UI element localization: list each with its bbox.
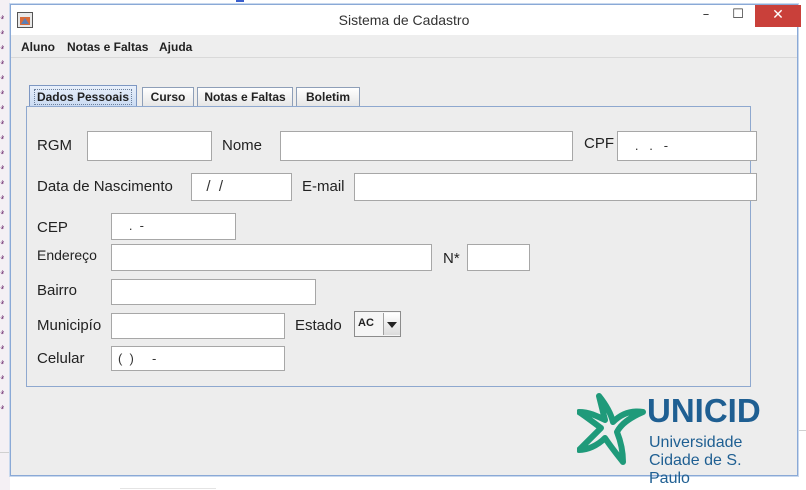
background-glyph: 𝓻: [0, 267, 5, 277]
estado-select[interactable]: AC: [354, 311, 401, 337]
municipio-label: Municipío: [37, 317, 102, 334]
background-underline: [236, 0, 244, 2]
bairro-label: Bairro: [37, 282, 78, 299]
background-glyph: 𝓻: [0, 312, 5, 322]
background-glyph: 𝓻: [0, 342, 5, 352]
celular-field[interactable]: ( ) -: [111, 346, 285, 371]
background-glyph: 𝓻: [0, 327, 5, 337]
background-glyph: 𝓻: [0, 177, 5, 187]
data-nascimento-label: Data de Nascimento: [37, 178, 173, 195]
background-glyph: 𝓻: [0, 27, 5, 37]
email-label: E-mail: [302, 178, 345, 195]
menu-aluno[interactable]: Aluno: [21, 40, 55, 54]
estado-selected-value: AC: [358, 317, 374, 329]
close-button[interactable]: ✕: [755, 5, 801, 27]
menu-bar: Aluno Notas e Faltas Ajuda: [11, 35, 797, 58]
background-glyph: 𝓻: [0, 252, 5, 262]
cpf-label: CPF: [584, 135, 614, 152]
tab-label: Dados Pessoais: [33, 89, 133, 105]
star-logo-icon: [577, 393, 646, 465]
background-glyph: 𝓻: [0, 132, 5, 142]
tab-dados-pessoais[interactable]: Dados Pessoais: [29, 85, 137, 107]
rgm-label: RGM: [37, 137, 72, 154]
menu-notas-e-faltas[interactable]: Notas e Faltas: [67, 40, 148, 54]
background-glyph: 𝓻: [0, 297, 5, 307]
background-glyph: 𝓻: [0, 222, 5, 232]
background-glyph: 𝓻: [0, 57, 5, 67]
tab-curso[interactable]: Curso: [142, 87, 194, 106]
desktop-background: 𝓻 𝓻 𝓻 𝓻 𝓻 𝓻 𝓻 𝓻 𝓻 𝓻 𝓻 𝓻 𝓻 𝓻 𝓻 𝓻 𝓻 𝓻 𝓻 𝓻 …: [0, 0, 10, 490]
endereco-label: Endereço: [37, 247, 97, 263]
celular-label: Celular: [37, 350, 85, 367]
background-glyph: 𝓻: [0, 72, 5, 82]
background-glyph: 𝓻: [0, 387, 5, 397]
email-field[interactable]: [354, 173, 757, 201]
title-bar[interactable]: Sistema de Cadastro – ☐ ✕: [11, 5, 801, 35]
background-glyph: 𝓻: [0, 192, 5, 202]
background-glyph: 𝓻: [0, 42, 5, 52]
cep-field[interactable]: . -: [111, 213, 236, 240]
numero-field[interactable]: [467, 244, 530, 271]
minimize-button[interactable]: –: [691, 5, 721, 27]
municipio-field[interactable]: [111, 313, 285, 339]
tab-notas-e-faltas[interactable]: Notas e Faltas: [197, 87, 293, 106]
nome-label: Nome: [222, 137, 263, 154]
background-glyph: 𝓻: [0, 162, 5, 172]
menu-ajuda[interactable]: Ajuda: [159, 40, 192, 54]
background-glyph: 𝓻: [0, 207, 5, 217]
tab-label: Boletim: [305, 90, 350, 104]
tab-boletim[interactable]: Boletim: [296, 87, 360, 106]
nome-field[interactable]: [280, 131, 573, 161]
background-glyph: 𝓻: [0, 117, 5, 127]
numero-label: N*: [443, 250, 460, 267]
background-glyph: 𝓻: [0, 147, 5, 157]
background-glyph: 𝓻: [0, 237, 5, 247]
logo-line1: Universidade: [649, 434, 743, 451]
tab-label: Curso: [150, 90, 186, 104]
background-glyph: 𝓻: [0, 87, 5, 97]
bairro-field[interactable]: [111, 279, 316, 305]
background-divider: [120, 488, 216, 489]
background-glyph: 𝓻: [0, 282, 5, 292]
estado-label: Estado: [295, 317, 342, 334]
logo-name: UNICID: [647, 392, 761, 429]
cep-label: CEP: [37, 219, 68, 236]
chevron-down-icon[interactable]: [383, 313, 400, 335]
maximize-button[interactable]: ☐: [723, 5, 753, 27]
background-glyph: 𝓻: [0, 372, 5, 382]
background-glyph: 𝓻: [0, 12, 5, 22]
data-nascimento-field[interactable]: / /: [191, 173, 292, 201]
unicid-logo: UNICID Universidade Cidade de S. Paulo: [577, 390, 777, 487]
background-glyph: 𝓻: [0, 102, 5, 112]
endereco-field[interactable]: [111, 244, 432, 271]
background-divider: [0, 452, 10, 453]
tab-label: Notas e Faltas: [204, 90, 286, 104]
background-glyph: 𝓻: [0, 357, 5, 367]
window-title: Sistema de Cadastro: [338, 12, 470, 28]
rgm-field[interactable]: [87, 131, 212, 161]
cpf-field[interactable]: . . -: [617, 131, 757, 161]
background-glyph: 𝓻: [0, 402, 5, 412]
main-window: Sistema de Cadastro – ☐ ✕ Aluno Notas e …: [10, 4, 801, 487]
logo-line2: Cidade de S. Paulo: [649, 452, 742, 487]
